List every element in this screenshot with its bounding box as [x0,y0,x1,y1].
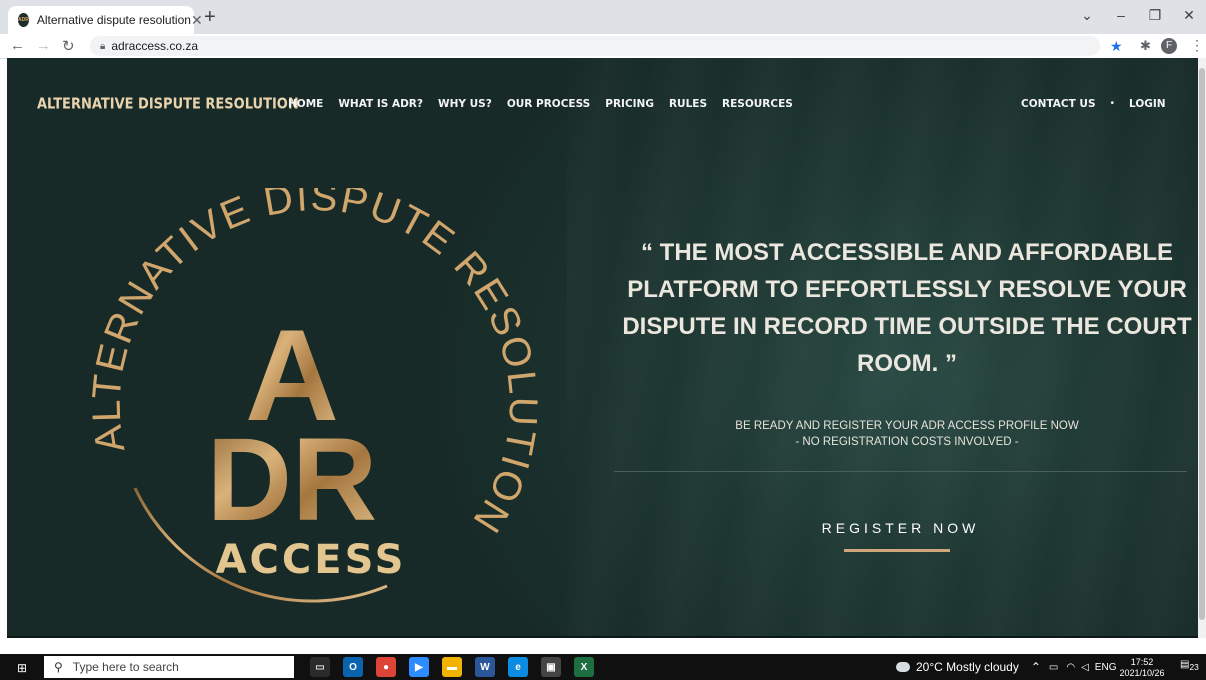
close-tab-icon[interactable]: ✕ [191,12,203,29]
windows-taskbar: ⊞ ⚲ Type here to search ▭ O ● ▶ ▬ W e ▣ … [0,654,1206,680]
account-nav: CONTACT US • LOGIN [1021,98,1181,110]
restore-icon[interactable]: ❐ [1138,7,1172,24]
clock-date: 2021/10/26 [1119,668,1165,678]
reload-icon[interactable]: ↻ [62,37,75,55]
browser-toolbar: ← → ↻ 🔒︎ adraccess.co.za ★ ✱ F ⋮ [0,34,1206,59]
forward-arrow-icon[interactable]: → [36,37,51,54]
system-tray: 20°C Mostly cloudy ⌃ ▭ ◠ ◁ ENG [896,660,1116,674]
lock-icon[interactable]: 🔒︎ [100,41,105,52]
nav-rules[interactable]: RULES [669,98,707,110]
task-view-icon[interactable]: ▭ [310,657,330,677]
nav-home[interactable]: HOME [288,98,323,110]
wifi-icon[interactable]: ◠ [1066,662,1075,673]
volume-icon[interactable]: ◁ [1081,662,1089,673]
nav-why-us[interactable]: WHY US? [438,98,492,110]
site-brand[interactable]: ALTERNATIVE DISPUTE RESOLUTION [37,96,299,113]
zoom-icon[interactable]: ▶ [409,657,429,677]
nav-pricing[interactable]: PRICING [605,98,654,110]
profile-avatar[interactable]: F [1161,38,1177,54]
nav-contact-us[interactable]: CONTACT US [1021,98,1096,110]
logo-letters-dr: DR [207,414,377,546]
hero-subtext-line2: - NO REGISTRATION COSTS INVOLVED - [795,436,1019,448]
pinned-apps: ▭ O ● ▶ ▬ W e ▣ X [310,657,607,677]
bookmark-star-icon[interactable]: ★ [1110,38,1123,55]
notification-count: 23 [1189,662,1199,672]
nav-login[interactable]: LOGIN [1129,98,1166,110]
close-window-icon[interactable]: ✕ [1172,7,1206,24]
hero-subtext-line1: BE READY AND REGISTER YOUR ADR ACCESS PR… [735,420,1079,432]
minimize-icon[interactable]: – [1104,7,1138,23]
hero-headline: “ THE MOST ACCESSIBLE AND AFFORDABLE PLA… [622,239,1192,377]
search-icon: ⚲ [54,660,63,674]
register-underline [844,549,950,552]
logo-access-text: ACCESS [216,537,407,583]
tab-title: Alternative dispute resolution [36,13,191,27]
search-placeholder: Type here to search [72,660,179,674]
adr-access-logo: ALTERNATIVE DISPUTE RESOLUTION A DR ACCE… [87,188,543,603]
nav-what-is-adr[interactable]: WHAT IS ADR? [338,98,423,110]
tab-strip: ADR Alternative dispute resolution ✕ + ⌄… [0,0,1206,34]
weather-text[interactable]: 20°C Mostly cloudy [916,660,1019,674]
nav-resources[interactable]: RESOURCES [722,98,793,110]
menu-dots-icon[interactable]: ⋮ [1190,37,1204,54]
tray-overflow-chevron-icon[interactable]: ⌃ [1031,660,1041,674]
chrome-icon[interactable]: ● [376,657,396,677]
language-indicator[interactable]: ENG [1095,662,1117,673]
back-arrow-icon[interactable]: ← [10,37,25,54]
nav-our-process[interactable]: OUR PROCESS [507,98,590,110]
windows-start-icon[interactable]: ⊞ [17,661,27,675]
address-bar[interactable]: 🔒︎ adraccess.co.za [90,36,1100,56]
clock[interactable]: 17:52 2021/10/26 [1118,657,1166,679]
word-icon[interactable]: W [475,657,495,677]
clock-time: 17:52 [1130,657,1154,667]
outlook-icon[interactable]: O [343,657,363,677]
weather-cloud-icon[interactable] [896,662,910,672]
divider [614,471,1187,472]
favicon-text: ADR [18,17,29,23]
browser-tab[interactable]: ADR Alternative dispute resolution ✕ [8,6,203,34]
taskbar-search[interactable]: ⚲ Type here to search [44,656,294,678]
main-nav: HOME WHAT IS ADR? WHY US? OUR PROCESS PR… [288,98,808,110]
store-icon[interactable]: ▣ [541,657,561,677]
scrollbar-thumb[interactable] [1199,68,1205,620]
excel-icon[interactable]: X [574,657,594,677]
edge-icon[interactable]: e [508,657,528,677]
url-text: adraccess.co.za [111,39,199,53]
nav-separator: • [1110,98,1115,109]
notifications-icon[interactable]: ▤23 [1180,659,1199,672]
hero-subtext: BE READY AND REGISTER YOUR ADR ACCESS PR… [617,418,1197,450]
window-controls: ⌄ – ❐ ✕ [1070,0,1206,30]
new-tab-plus-icon[interactable]: + [204,7,216,27]
battery-icon[interactable]: ▭ [1049,662,1058,673]
tab-search-chevron-icon[interactable]: ⌄ [1070,7,1104,24]
file-explorer-icon[interactable]: ▬ [442,657,462,677]
extensions-puzzle-icon[interactable]: ✱ [1140,38,1151,54]
hero-section: ALTERNATIVE DISPUTE RESOLUTION HOME WHAT… [7,58,1198,638]
adr-favicon-icon: ADR [18,13,29,27]
register-now-button[interactable]: REGISTER NOW [614,520,1187,536]
